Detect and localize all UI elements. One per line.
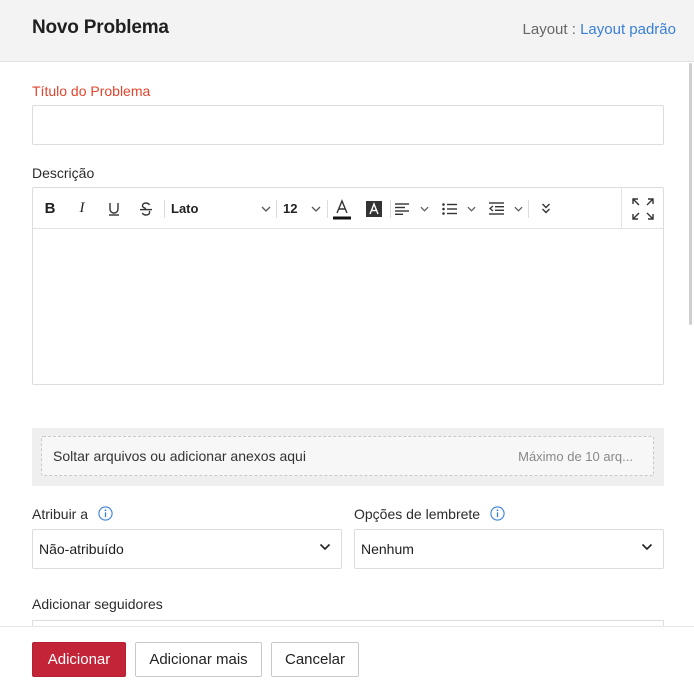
dialog-title: Novo Problema — [32, 17, 169, 38]
more-options-button[interactable] — [535, 188, 557, 229]
issue-title-input[interactable] — [32, 105, 664, 145]
editor-toolbar: B I Lato 12 — [33, 188, 663, 229]
toolbar-divider — [327, 200, 328, 218]
chevron-down-icon — [641, 543, 653, 551]
italic-button[interactable]: I — [71, 188, 93, 229]
font-color-button[interactable] — [331, 188, 353, 229]
layout-label: Layout : — [522, 21, 576, 38]
issue-title-label: Título do Problema — [32, 83, 151, 99]
layout-link[interactable]: Layout padrão — [580, 21, 676, 38]
chevron-down-icon — [514, 206, 523, 212]
expand-editor-button[interactable] — [621, 188, 663, 229]
dropzone-text: Soltar arquivos ou adicionar anexos aqui — [53, 448, 306, 464]
expand-icon — [631, 197, 654, 220]
align-icon — [395, 202, 409, 215]
font-family-select[interactable]: Lato — [171, 188, 271, 229]
add-more-button[interactable]: Adicionar mais — [135, 642, 262, 677]
assign-label-row: Atribuir a — [32, 506, 113, 522]
toolbar-divider — [276, 200, 277, 218]
reminder-value: Nenhum — [361, 541, 414, 557]
scrollbar-thumb[interactable] — [689, 63, 692, 325]
chevron-down-icon — [420, 206, 429, 212]
underline-button[interactable] — [103, 188, 125, 229]
strikethrough-button[interactable] — [135, 188, 157, 229]
description-textarea[interactable] — [33, 229, 663, 384]
italic-icon: I — [79, 200, 85, 216]
underline-icon — [109, 202, 119, 216]
more-icon — [542, 203, 550, 214]
list-select[interactable] — [442, 188, 476, 229]
followers-label: Adicionar seguidores — [32, 596, 163, 612]
background-color-button[interactable] — [363, 188, 385, 229]
chevron-down-icon — [319, 543, 331, 551]
add-button[interactable]: Adicionar — [32, 642, 126, 677]
font-color-icon — [333, 198, 351, 219]
reminder-select[interactable]: Nenhum — [354, 529, 664, 569]
font-family-value: Lato — [171, 201, 199, 216]
scrollbar[interactable] — [688, 63, 694, 325]
bold-icon: B — [44, 200, 56, 217]
indent-select[interactable] — [489, 188, 523, 229]
dropzone-max-files: Máximo de 10 arq... — [518, 449, 633, 464]
layout-selector: Layout : Layout padrão — [523, 21, 676, 38]
chevron-down-icon — [311, 206, 321, 212]
background-color-icon — [366, 200, 382, 217]
chevron-down-icon — [467, 206, 476, 212]
align-select[interactable] — [395, 188, 429, 229]
bold-button[interactable]: B — [39, 188, 61, 229]
chevron-down-icon — [261, 206, 271, 212]
list-icon — [442, 202, 457, 215]
assign-value: Não-atribuído — [39, 541, 124, 557]
description-label: Descrição — [32, 165, 95, 181]
assign-select[interactable]: Não-atribuído — [32, 529, 342, 569]
info-icon[interactable] — [490, 506, 505, 521]
toolbar-divider — [390, 200, 391, 218]
info-icon[interactable] — [98, 506, 113, 521]
attachments-area: Soltar arquivos ou adicionar anexos aqui… — [32, 428, 664, 486]
toolbar-divider — [528, 200, 529, 218]
description-editor: B I Lato 12 — [32, 187, 664, 385]
toolbar-divider — [164, 200, 165, 218]
font-size-select[interactable]: 12 — [283, 188, 321, 229]
dialog-footer: Adicionar Adicionar mais Cancelar — [0, 626, 694, 684]
strikethrough-icon — [140, 201, 152, 216]
assign-label: Atribuir a — [32, 506, 89, 522]
dialog-header: Novo Problema Layout : Layout padrão — [0, 0, 694, 62]
attachment-dropzone[interactable]: Soltar arquivos ou adicionar anexos aqui… — [41, 436, 654, 476]
indent-icon — [489, 202, 504, 215]
cancel-button[interactable]: Cancelar — [271, 642, 359, 677]
font-size-value: 12 — [283, 201, 298, 216]
reminder-label-row: Opções de lembrete — [354, 506, 505, 522]
reminder-label: Opções de lembrete — [354, 506, 481, 522]
